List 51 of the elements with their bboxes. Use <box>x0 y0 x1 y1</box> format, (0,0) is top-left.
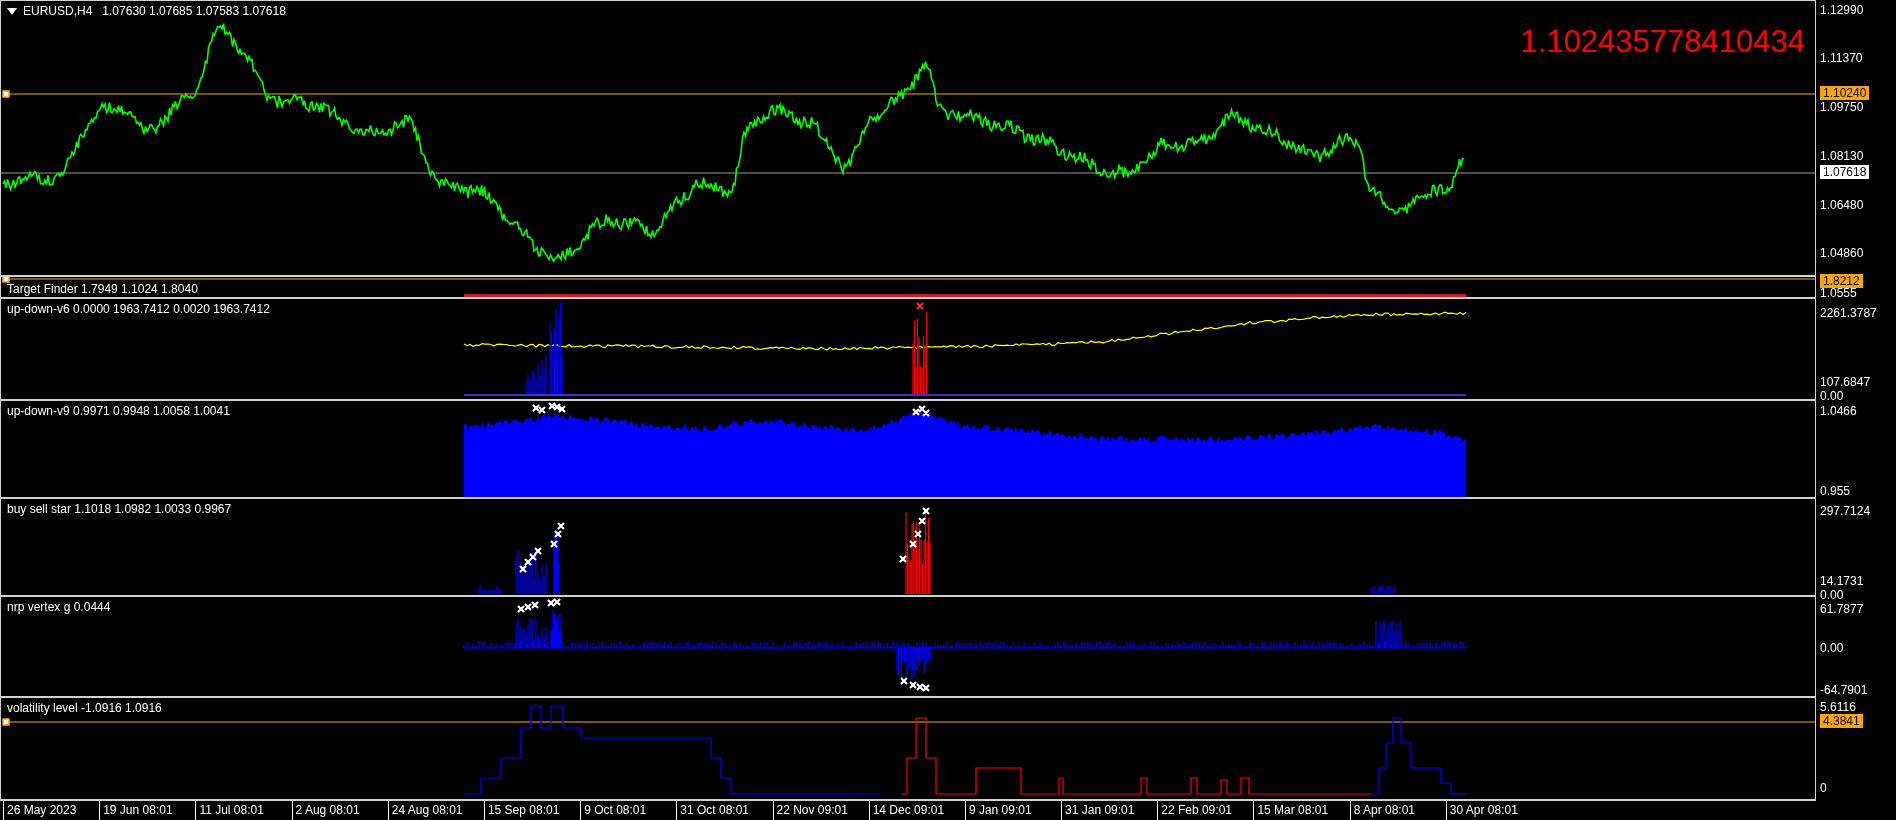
symbol-label: EURUSD,H4 <box>23 4 93 18</box>
axis-label: 1.8212 <box>1820 274 1863 288</box>
time-axis-label: 19 Jun 08:01 <box>99 801 196 820</box>
axis-label: 1.11370 <box>1820 51 1863 65</box>
indicator-label: volatility level -1.0916 1.0916 <box>7 701 162 715</box>
axis-label: 1.08130 <box>1820 149 1864 163</box>
axis-label: 1.04860 <box>1820 246 1864 260</box>
time-axis-label: 24 Aug 08:01 <box>387 801 484 820</box>
time-axis-label: 30 Apr 08:01 <box>1445 801 1542 820</box>
axis-label: 1.0555 <box>1820 286 1857 300</box>
indicator-label: nrp vertex g 0.0444 <box>7 600 111 614</box>
time-axis-label: 15 Mar 08:01 <box>1253 801 1350 820</box>
time-axis-label: 26 May 2023 <box>3 801 100 820</box>
axis-label: 4.3841 <box>1820 714 1863 728</box>
axis-label: -64.7901 <box>1820 683 1868 697</box>
signal-marker-icon <box>916 302 924 310</box>
axis-label: 14.1731 <box>1820 574 1864 588</box>
axis-label: 0.955 <box>1820 484 1851 498</box>
axis-label: 297.7124 <box>1820 504 1871 518</box>
time-axis-label: 22 Nov 09:01 <box>772 801 869 820</box>
axis-label: 2261.3787 <box>1820 306 1877 320</box>
axis-label: 0.00 <box>1820 389 1844 403</box>
time-axis-label: 9 Jan 09:01 <box>964 801 1062 820</box>
indicator-label: buy sell star 1.1018 1.0982 1.0033 0.9967 <box>7 502 232 516</box>
ohlc-values: 1.07630 1.07685 1.07583 1.07618 <box>102 4 286 18</box>
time-axis-label: 31 Oct 08:01 <box>676 801 773 820</box>
axis-label: 0.00 <box>1820 641 1844 655</box>
dropdown-arrow-icon[interactable] <box>7 7 17 15</box>
axis-label: 1.06480 <box>1820 198 1864 212</box>
axis-label: 107.6847 <box>1820 375 1871 389</box>
axis-label: 1.07618 <box>1820 165 1870 179</box>
axis-label: 1.09750 <box>1820 100 1864 114</box>
axis-label: 5.6116 <box>1820 700 1856 714</box>
time-axis-label: 15 Sep 08:01 <box>483 801 581 820</box>
indicator-label: up-down-v6 0.0000 1963.7412 0.0020 1963.7412 <box>7 302 270 316</box>
axis-label: 1.10240 <box>1820 86 1870 100</box>
time-axis-label: 9 Oct 08:01 <box>580 801 677 820</box>
indicator-label: Target Finder 1.7949 1.1024 1.8040 <box>7 282 198 296</box>
time-axis-label: 8 Apr 08:01 <box>1349 801 1446 820</box>
axis-label: 61.7877 <box>1820 602 1864 616</box>
overlay-value: 1.102435778410434 <box>1520 25 1805 59</box>
indicator-label: up-down-v9 0.9971 0.9948 1.0058 1.0041 <box>7 404 230 418</box>
time-axis-label: 14 Dec 09:01 <box>868 801 965 820</box>
axis-label: 1.0466 <box>1820 404 1857 418</box>
time-axis-label: 31 Jan 09:01 <box>1061 801 1158 820</box>
axis-label: 1.12990 <box>1820 3 1864 17</box>
time-axis-label: 2 Aug 08:01 <box>291 801 388 820</box>
axis-label: 0 <box>1820 781 1827 795</box>
time-axis-label: 22 Feb 09:01 <box>1157 801 1254 820</box>
time-axis-label: 11 Jul 08:01 <box>195 801 292 820</box>
axis-label: 0.00 <box>1820 588 1844 602</box>
